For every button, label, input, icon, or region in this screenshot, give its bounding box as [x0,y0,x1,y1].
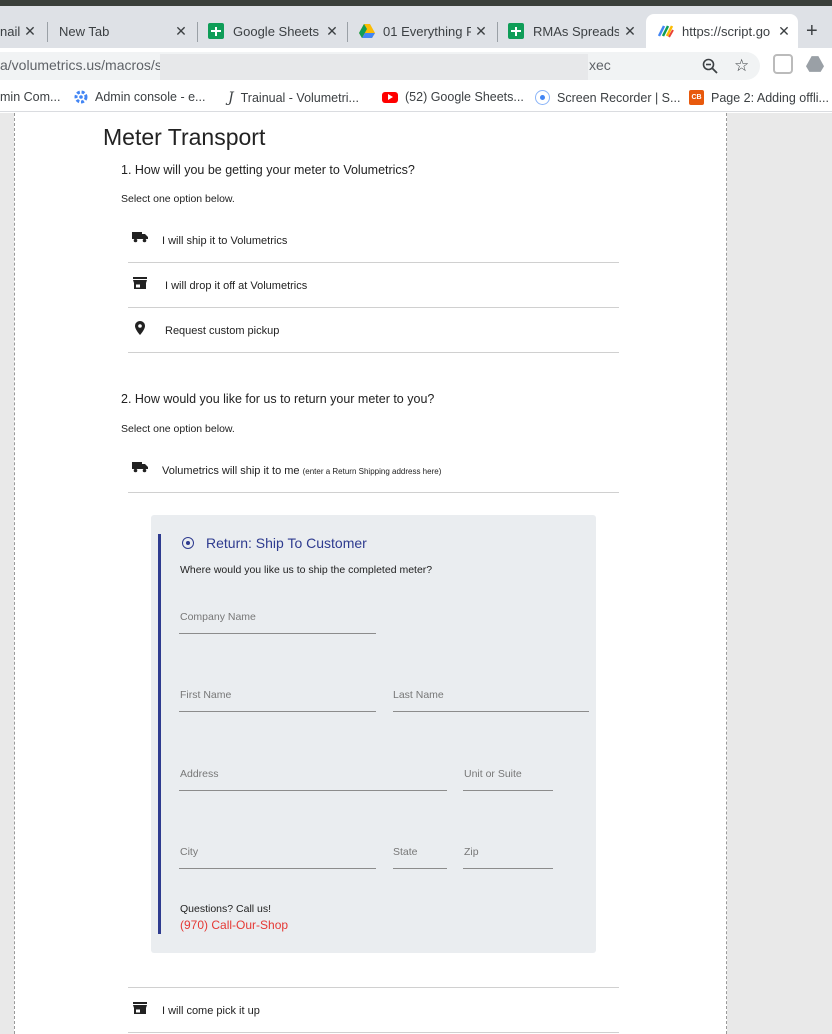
tab-separator [347,22,348,42]
tab-rmas-spreadsheet[interactable]: RMAs Spreadsh ✕ [508,14,644,48]
bookmark-item[interactable]: Admin console - e... [74,90,205,104]
tab-label: Google Sheets [233,23,320,39]
tab-label: New Tab [59,23,110,39]
address-toolbar: a/volumetrics.us/macros/s/ xec ☆ [0,48,832,84]
sheets-icon [508,23,524,39]
url-suffix: xec [589,57,611,73]
bookmark-item[interactable]: (52) Google Sheets... [382,90,524,104]
bookmark-item[interactable]: CB Page 2: Adding offli... [689,90,829,105]
close-icon[interactable]: ✕ [173,23,189,40]
close-icon[interactable]: ✕ [473,23,489,40]
card-accent-bar [158,534,161,934]
url-redacted-block [160,54,588,80]
tab-drive[interactable]: 01 Everything Rl ✕ [359,14,495,48]
tab-gmail[interactable]: nail ✕ [0,14,44,48]
bookmarks-bar: min Com... Admin console - e... J Trainu… [0,84,832,112]
tab-separator [47,22,48,42]
close-icon[interactable]: ✕ [22,23,38,40]
zoom-icon[interactable] [702,58,718,74]
bookmark-label: min Com... [0,90,61,104]
close-icon[interactable]: ✕ [324,23,340,40]
bookmark-label: Page 2: Adding offli... [711,90,829,105]
close-icon[interactable]: ✕ [776,23,792,40]
drive-extension-icon[interactable] [806,56,824,72]
tab-label: nail [0,23,21,39]
tab-apps-script[interactable]: https://script.go ✕ [646,14,798,48]
address-bar[interactable]: a/volumetrics.us/macros/s/ xec ☆ [0,52,760,80]
apps-script-icon [658,25,674,38]
close-icon[interactable]: ✕ [622,23,638,40]
tab-label: 01 Everything Rl [383,23,471,39]
tab-separator [497,22,498,42]
bookmark-item[interactable]: min Com... [0,90,60,104]
tab-separator [197,22,198,42]
tab-label: RMAs Spreadsh [533,23,619,39]
bookmark-label: Admin console - e... [95,90,206,104]
new-tab-plus-icon[interactable]: + [806,20,818,43]
bookmark-label: Trainual - Volumetri... [240,91,359,105]
tab-bar: nail ✕ New Tab ✕ Google Sheets ✕ 01 Ever… [0,6,832,48]
cb-icon: CB [689,90,704,105]
tab-label: https://script.go [682,23,771,39]
bookmark-item[interactable]: J Trainual - Volumetri... [228,90,359,106]
page-title: Meter Transport [103,124,266,150]
bookmark-label: Screen Recorder | S... [557,90,681,105]
extension-icon[interactable] [773,54,793,74]
bookmark-label: (52) Google Sheets... [405,90,524,104]
star-bookmark-icon[interactable]: ☆ [734,56,749,76]
tab-new-tab[interactable]: New Tab ✕ [59,14,195,48]
tab-google-sheets[interactable]: Google Sheets ✕ [208,14,346,48]
url-prefix: a/volumetrics.us/macros/s/ [0,57,166,73]
return-ship-card [151,515,596,953]
trainual-icon: J [228,90,234,106]
screen-recorder-icon [535,90,550,105]
youtube-icon [382,91,398,103]
bookmark-item[interactable]: Screen Recorder | S... [535,90,680,105]
sheets-icon [208,23,224,39]
admin-gear-icon [74,90,88,104]
drive-icon [359,24,375,38]
